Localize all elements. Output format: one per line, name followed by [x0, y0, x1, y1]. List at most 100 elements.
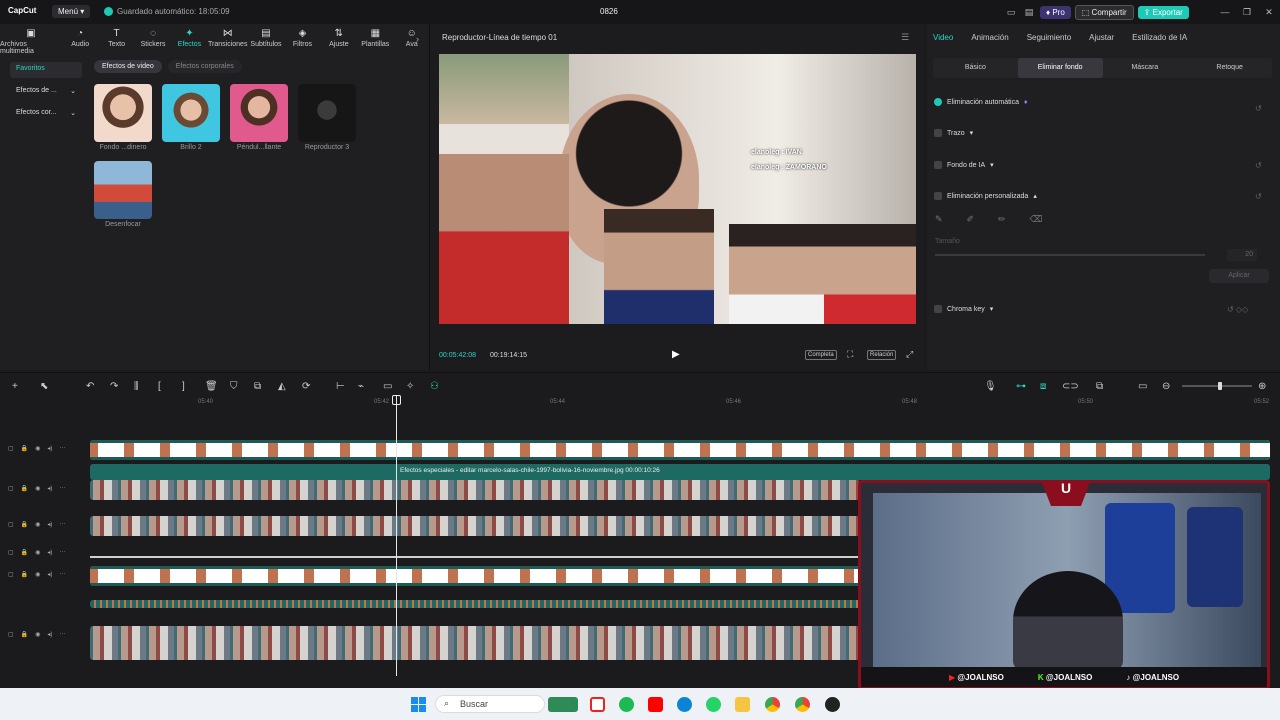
sidebar-item-body-effects[interactable]: Efectos cor... ⌄ [10, 106, 82, 122]
zoom-out-icon[interactable]: ⊖ [1162, 381, 1170, 392]
reset-icon[interactable]: ↺ [1255, 104, 1262, 113]
subtab-mask[interactable]: Máscara [1103, 58, 1188, 78]
brush-icon[interactable]: ✏ [998, 214, 1006, 225]
share-button[interactable]: ⬚ Compartir [1074, 4, 1134, 20]
eye-icon[interactable]: ◉ [35, 445, 40, 452]
close-icon[interactable]: ✕ [1262, 7, 1276, 18]
reset-icon[interactable]: ↺ [1255, 192, 1262, 201]
track-clip[interactable] [90, 480, 860, 500]
storage-icon[interactable]: ▤ [1022, 7, 1036, 18]
crop-icon[interactable]: ⧉ [254, 381, 261, 392]
magic-icon[interactable]: ✧ [406, 381, 414, 392]
track-clip[interactable] [90, 516, 860, 536]
full-quality-button[interactable]: Completa [805, 350, 837, 360]
toolbar-item-subtitle[interactable]: ▤ Subtítulos [248, 26, 284, 52]
toolbar-item-effects[interactable]: ✦ Efectos [171, 26, 207, 52]
sidebar-item-favorites[interactable]: Favoritos [10, 62, 82, 78]
split-right-icon[interactable]: ] [182, 381, 185, 392]
add-icon[interactable]: + [12, 381, 18, 392]
zoom-slider-knob[interactable] [1218, 382, 1222, 390]
track-type-icon[interactable]: ▢ [8, 549, 14, 556]
lock-icon[interactable]: 🔒 [21, 445, 28, 452]
tab-video-effects[interactable]: Efectos de video [94, 60, 162, 73]
windows-start-icon[interactable] [411, 697, 426, 712]
lock-icon[interactable]: 🔒 [21, 549, 28, 556]
undo-icon[interactable]: ↶ [86, 381, 94, 392]
subtab-basic[interactable]: Básico [933, 58, 1018, 78]
size-input[interactable]: 20 [1227, 249, 1257, 261]
playhead[interactable] [396, 396, 397, 676]
spotify-icon[interactable] [619, 697, 634, 712]
delete-icon[interactable]: 🗑 [205, 381, 218, 392]
reset-icon[interactable]: ↺ [1255, 161, 1262, 170]
eye-icon[interactable]: ◉ [35, 549, 40, 556]
subtab-retouch[interactable]: Retoque [1187, 58, 1272, 78]
toolbar-item-avatar[interactable]: ☺ Ava [394, 26, 430, 52]
tab-body-effects[interactable]: Efectos corporales [167, 60, 242, 73]
track-type-icon[interactable]: ▢ [8, 485, 14, 492]
zoom-slider[interactable] [1182, 382, 1252, 390]
volume-icon[interactable]: ◂) [47, 521, 52, 528]
more-icon[interactable]: ··· [59, 521, 65, 528]
toolbar-item-transition[interactable]: ⋈ Transiciones [208, 26, 248, 52]
eye-icon[interactable]: ◉ [35, 485, 40, 492]
eye-icon[interactable]: ◉ [35, 571, 40, 578]
toolbar-item-audio[interactable]: ◔ Audio [62, 26, 98, 52]
eraser-icon[interactable]: ⌫ [1030, 214, 1043, 225]
toolbar-item-filter[interactable]: ◈ Filtros [284, 26, 320, 52]
timeline-ruler[interactable]: 05:40 05:42 05:44 05:46 05:48 05:50 05:52 [90, 398, 1280, 412]
zoom-in-icon[interactable]: ⊕ [1258, 381, 1266, 392]
widgets-icon[interactable] [548, 697, 578, 712]
tab-video[interactable]: Video [933, 33, 953, 42]
toolbar-item-template[interactable]: ▦ Plantillas [357, 26, 393, 52]
ratio-button[interactable]: Relación [867, 350, 897, 360]
more-icon[interactable]: ··· [59, 631, 65, 638]
more-icon[interactable]: ··· [59, 549, 65, 556]
rotate-icon[interactable]: ⟳ [302, 381, 310, 392]
app-icon[interactable] [825, 697, 840, 712]
chrome-profile-icon[interactable] [795, 697, 810, 712]
explorer-icon[interactable] [735, 697, 750, 712]
layout-icon[interactable]: ▭ [1004, 7, 1018, 18]
chevron-right-icon[interactable]: › [416, 34, 419, 44]
toolbar-item-media[interactable]: ▣ Archivos multimedia [0, 26, 62, 55]
youtube-app-icon[interactable] [648, 697, 663, 712]
size-slider[interactable] [935, 254, 1205, 256]
track-type-icon[interactable]: ▢ [8, 631, 14, 638]
pro-button[interactable]: ♦ Pro [1040, 5, 1071, 19]
track-clip[interactable] [90, 566, 860, 586]
eye-icon[interactable]: ◉ [35, 521, 40, 528]
smart-brush-icon[interactable]: ✎ [935, 214, 943, 225]
audio-clip[interactable] [90, 600, 860, 608]
checkbox-icon[interactable] [934, 161, 942, 169]
keyframe-icon[interactable]: ↺ ◇◇ [1227, 305, 1248, 314]
taskbar-search[interactable]: ⌕ Buscar [435, 695, 545, 713]
export-button[interactable]: ⇪ Exportar [1137, 5, 1189, 19]
checkbox-on-icon[interactable] [934, 98, 942, 106]
tab-adjust[interactable]: Ajustar [1089, 33, 1114, 42]
play-icon[interactable]: ▶ [672, 349, 680, 360]
link-icon[interactable]: ⊶ [1016, 381, 1026, 392]
effect-thumb[interactable] [230, 84, 288, 142]
more-icon[interactable]: ··· [59, 485, 65, 492]
lock-icon[interactable]: 🔒 [21, 571, 28, 578]
stroke-row[interactable]: Trazo ▾ [934, 129, 973, 137]
eye-icon[interactable]: ◉ [35, 631, 40, 638]
effect-thumb[interactable] [94, 161, 152, 219]
menu-icon[interactable]: ☰ [901, 32, 909, 43]
split-icon[interactable]: ⫼ [134, 381, 139, 392]
select-icon[interactable]: ⬉ [40, 381, 48, 392]
toolbar-item-sticker[interactable]: ◌ Stickers [135, 26, 171, 52]
checkbox-icon[interactable] [934, 192, 942, 200]
checkbox-icon[interactable] [934, 129, 942, 137]
auto-remove-row[interactable]: Eliminación automática ♦ [934, 98, 1028, 106]
more-icon[interactable]: ··· [59, 571, 65, 578]
track-clip[interactable] [90, 626, 860, 660]
lock-icon[interactable]: 🔒 [21, 631, 28, 638]
custom-remove-row[interactable]: Eliminación personalizada ▴ [934, 192, 1037, 200]
minimize-icon[interactable]: — [1218, 7, 1232, 17]
volume-icon[interactable]: ◂) [47, 485, 52, 492]
chroma-key-row[interactable]: Chroma key ▾ [934, 305, 993, 313]
track-type-icon[interactable]: ▢ [8, 445, 14, 452]
fit-icon[interactable]: ⛶ [847, 349, 853, 360]
